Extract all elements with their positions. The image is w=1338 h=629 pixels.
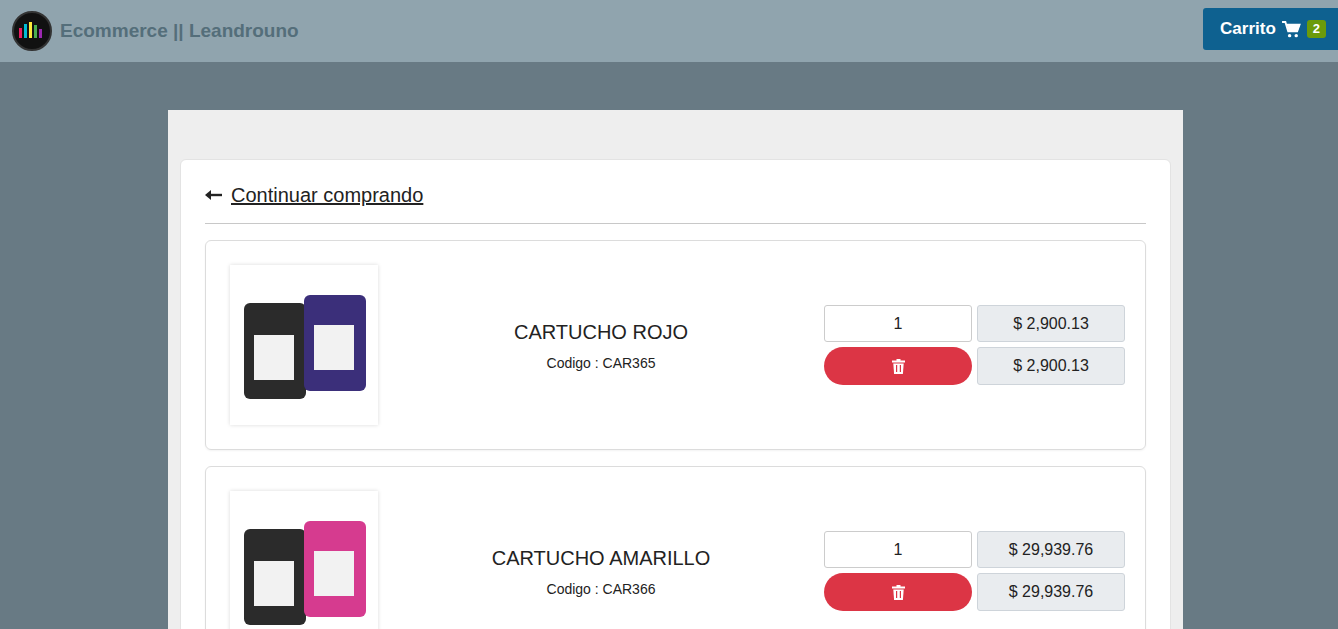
cart-icon xyxy=(1282,21,1301,38)
product-code: Codigo : CAR365 xyxy=(547,353,656,374)
cart-label: Carrito xyxy=(1220,16,1276,42)
item-total: $ 2,900.13 xyxy=(977,347,1125,385)
arrow-left-icon xyxy=(205,189,223,201)
delete-button[interactable] xyxy=(824,347,972,385)
product-code: Codigo : CAR366 xyxy=(547,579,656,600)
top-bar: Ecommerce || Leandrouno Carrito 2 xyxy=(0,0,1338,62)
trash-icon xyxy=(892,585,905,600)
continue-shopping-label[interactable]: Continuar comprando xyxy=(231,182,423,208)
quantity-input[interactable] xyxy=(824,305,972,342)
page-container: Continuar comprando CARTUCHO ROJO Codigo :… xyxy=(168,110,1183,629)
unit-price: $ 2,900.13 xyxy=(977,305,1125,342)
cart-item: CARTUCHO ROJOCodigo : CAR365$ 2,900.13$ … xyxy=(205,240,1146,450)
delete-button[interactable] xyxy=(824,573,972,611)
cart-items: CARTUCHO ROJOCodigo : CAR365$ 2,900.13$ … xyxy=(205,240,1146,629)
cart-button[interactable]: Carrito 2 xyxy=(1203,8,1338,50)
item-total: $ 29,939.76 xyxy=(977,573,1125,611)
product-info: CARTUCHO ROJO Codigo : CAR365 xyxy=(378,317,824,374)
continue-shopping-link[interactable]: Continuar comprando xyxy=(205,182,1146,224)
product-name: CARTUCHO ROJO xyxy=(514,317,688,347)
product-image xyxy=(230,265,378,425)
brand[interactable]: Ecommerce || Leandrouno xyxy=(12,11,299,51)
cart-panel: Continuar comprando CARTUCHO ROJO Codigo :… xyxy=(180,159,1171,629)
unit-price: $ 29,939.76 xyxy=(977,531,1125,568)
item-controls: $ 29,939.76 $ 29,939.76 xyxy=(824,531,1125,611)
cart-count-badge: 2 xyxy=(1307,20,1326,38)
item-controls: $ 2,900.13 $ 2,900.13 xyxy=(824,305,1125,385)
quantity-input[interactable] xyxy=(824,531,972,568)
trash-icon xyxy=(892,359,905,374)
cart-item: CARTUCHO AMARILLO Codigo : CAR366 $ 29,939… xyxy=(205,466,1146,629)
product-info: CARTUCHO AMARILLO Codigo : CAR366 xyxy=(378,543,824,600)
product-name: CARTUCHO AMARILLO xyxy=(492,543,711,573)
site-title[interactable]: Ecommerce || Leandrouno xyxy=(60,17,299,46)
product-image xyxy=(230,491,378,629)
logo-icon xyxy=(12,11,52,51)
